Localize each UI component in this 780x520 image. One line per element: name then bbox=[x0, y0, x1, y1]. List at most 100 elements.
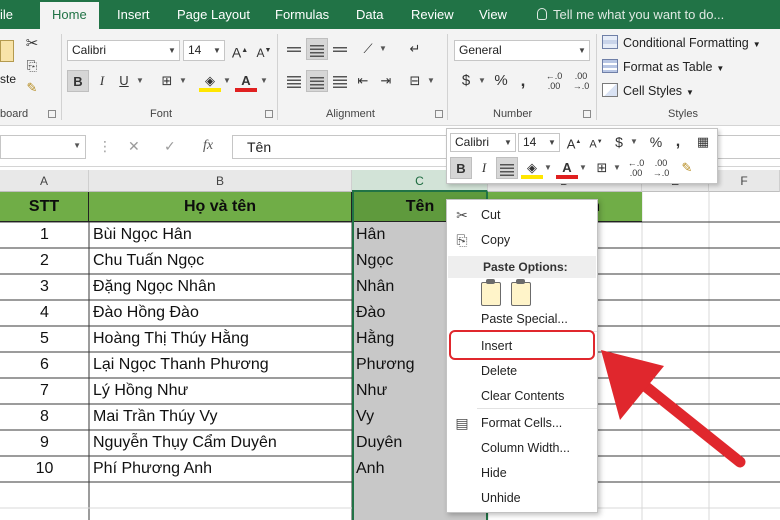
italic-button[interactable]: I bbox=[91, 70, 113, 92]
cell-fullname[interactable]: Đặng Ngọc Nhân bbox=[89, 274, 352, 300]
paste-icon[interactable] bbox=[0, 40, 14, 62]
cell-stt[interactable]: 6 bbox=[0, 352, 89, 378]
cell-stt[interactable]: 5 bbox=[0, 326, 89, 352]
font-size-box[interactable]: 14 ▼ bbox=[183, 40, 225, 61]
align-left-icon[interactable] bbox=[283, 70, 305, 92]
mini-accounting-icon[interactable]: $ bbox=[608, 131, 630, 153]
mini-percent-button[interactable]: % bbox=[645, 131, 667, 153]
cell-fullname[interactable]: Chu Tuấn Ngọc bbox=[89, 248, 352, 274]
cell-stt[interactable]: 9 bbox=[0, 430, 89, 456]
copy-icon[interactable]: ⎘ bbox=[21, 55, 43, 77]
mini-decrease-font-icon[interactable]: A▼ bbox=[585, 131, 607, 153]
menu-item-unhide[interactable]: Unhide bbox=[481, 487, 521, 509]
header-cell-fullname[interactable]: Họ và tên bbox=[89, 192, 352, 222]
chevron-down-icon[interactable]: ▼ bbox=[165, 41, 179, 60]
mini-decrease-decimal-icon[interactable]: .00 →.0 bbox=[650, 157, 672, 179]
chevron-down-icon[interactable]: ▼ bbox=[426, 70, 436, 92]
chevron-down-icon[interactable]: ▼ bbox=[73, 141, 81, 150]
chevron-down-icon[interactable]: ▼ bbox=[543, 157, 553, 179]
fill-color-icon[interactable]: ◈ bbox=[199, 70, 221, 92]
font-color-icon[interactable]: A bbox=[235, 70, 257, 92]
mini-font-name-box[interactable]: Calibri ▼ bbox=[450, 133, 516, 152]
cell-stt[interactable]: 8 bbox=[0, 404, 89, 430]
underline-button[interactable]: U bbox=[113, 70, 135, 92]
decrease-indent-icon[interactable]: ⇤ bbox=[352, 70, 374, 92]
cut-scissors-icon[interactable]: ✂ bbox=[21, 33, 43, 55]
cell-stt[interactable]: 4 bbox=[0, 300, 89, 326]
cell-fullname[interactable]: Lý Hồng Như bbox=[89, 378, 352, 404]
tab-page-layout[interactable]: Page Layout bbox=[177, 0, 250, 29]
number-dialog-launcher-icon[interactable] bbox=[583, 110, 591, 118]
chevron-down-icon[interactable]: ▼ bbox=[378, 38, 388, 60]
number-format-box[interactable]: General ▼ bbox=[454, 40, 590, 61]
tell-me-search[interactable]: Tell me what you want to do... bbox=[537, 0, 724, 29]
chevron-down-icon[interactable]: ▼ bbox=[135, 70, 145, 92]
cell-fullname[interactable]: Hoàng Thị Thúy Hằng bbox=[89, 326, 352, 352]
menu-item-delete[interactable]: Delete bbox=[481, 360, 517, 382]
column-header-a[interactable]: A bbox=[0, 170, 89, 192]
borders-icon[interactable]: ⊞ bbox=[156, 70, 178, 92]
menu-item-format-cells[interactable]: Format Cells... bbox=[481, 412, 562, 434]
increase-font-size-icon[interactable]: A▲ bbox=[229, 40, 251, 62]
orientation-icon[interactable]: ⟋ bbox=[357, 38, 379, 60]
cell-fullname[interactable]: Mai Trần Thúy Vy bbox=[89, 404, 352, 430]
conditional-formatting-button[interactable]: Conditional Formatting ▼ bbox=[602, 32, 761, 54]
cell-stt[interactable]: 7 bbox=[0, 378, 89, 404]
chevron-down-icon[interactable]: ▼ bbox=[545, 134, 559, 151]
decrease-font-size-icon[interactable]: A▼ bbox=[253, 40, 275, 62]
cell-stt[interactable]: 2 bbox=[0, 248, 89, 274]
clipboard-dialog-launcher-icon[interactable] bbox=[48, 110, 56, 118]
chevron-down-icon[interactable]: ▼ bbox=[612, 157, 622, 179]
increase-indent-icon[interactable]: ⇥ bbox=[375, 70, 397, 92]
top-align-icon[interactable] bbox=[283, 38, 305, 60]
mini-format-painter-icon[interactable]: ✎ bbox=[676, 157, 698, 179]
chevron-down-icon[interactable]: ▼ bbox=[477, 70, 487, 92]
mini-fill-color-icon[interactable]: ◈ bbox=[521, 157, 543, 179]
format-painter-icon[interactable]: ✎ bbox=[21, 77, 43, 99]
chevron-down-icon[interactable]: ▼ bbox=[578, 157, 588, 179]
mini-borders-icon[interactable]: ⊞ bbox=[591, 157, 613, 179]
chevron-down-icon[interactable]: ▼ bbox=[575, 41, 589, 60]
menu-item-paste-special[interactable]: Paste Special... bbox=[481, 308, 568, 330]
header-cell-stt[interactable]: STT bbox=[0, 192, 89, 222]
cell-stt[interactable]: 3 bbox=[0, 274, 89, 300]
name-box[interactable]: ▼ bbox=[0, 135, 86, 159]
mini-increase-decimal-icon[interactable]: ←.0.00 bbox=[625, 157, 647, 179]
paste-label[interactable]: ste bbox=[0, 72, 16, 86]
comma-style-button[interactable]: , bbox=[512, 70, 534, 92]
cell-stt[interactable]: 1 bbox=[0, 222, 89, 248]
chevron-down-icon[interactable]: ▼ bbox=[259, 70, 269, 92]
bottom-align-icon[interactable] bbox=[329, 38, 351, 60]
cancel-icon[interactable]: ✕ bbox=[128, 138, 140, 155]
bold-button[interactable]: B bbox=[67, 70, 89, 92]
mini-font-size-box[interactable]: 14 ▼ bbox=[518, 133, 560, 152]
tab-insert[interactable]: Insert bbox=[117, 0, 150, 29]
menu-item-clear-contents[interactable]: Clear Contents bbox=[481, 385, 564, 407]
merge-center-icon[interactable]: ⊟ bbox=[404, 70, 426, 92]
align-right-icon[interactable] bbox=[329, 70, 351, 92]
mini-center-icon[interactable] bbox=[496, 157, 518, 179]
tab-view[interactable]: View bbox=[479, 0, 507, 29]
insert-function-button[interactable]: fx bbox=[203, 138, 213, 154]
percent-style-button[interactable]: % bbox=[490, 70, 512, 92]
paste-option-keep-formatting[interactable] bbox=[481, 279, 501, 309]
tab-file[interactable]: ile bbox=[0, 0, 13, 29]
mini-comma-button[interactable]: , bbox=[667, 131, 689, 153]
menu-item-hide[interactable]: Hide bbox=[481, 462, 507, 484]
cell-fullname[interactable]: Bùi Ngọc Hân bbox=[89, 222, 352, 248]
chevron-down-icon[interactable]: ▼ bbox=[210, 41, 224, 60]
font-name-box[interactable]: Calibri ▼ bbox=[67, 40, 180, 61]
tab-formulas[interactable]: Formulas bbox=[275, 0, 329, 29]
tab-review[interactable]: Review bbox=[411, 0, 454, 29]
format-as-table-button[interactable]: Format as Table ▼ bbox=[602, 56, 724, 78]
paste-option-values[interactable] bbox=[511, 279, 531, 309]
enter-icon[interactable]: ✓ bbox=[164, 138, 176, 155]
decrease-decimal-icon[interactable]: .00 →.0 bbox=[570, 70, 592, 92]
mini-bold-button[interactable]: B bbox=[450, 157, 472, 179]
tab-home[interactable]: Home bbox=[40, 2, 99, 29]
mini-font-color-icon[interactable]: A bbox=[556, 157, 578, 179]
chevron-down-icon[interactable]: ▼ bbox=[501, 134, 515, 151]
menu-item-column-width[interactable]: Column Width... bbox=[481, 437, 570, 459]
accounting-format-icon[interactable]: $ bbox=[455, 70, 477, 92]
chevron-down-icon[interactable]: ▼ bbox=[178, 70, 188, 92]
